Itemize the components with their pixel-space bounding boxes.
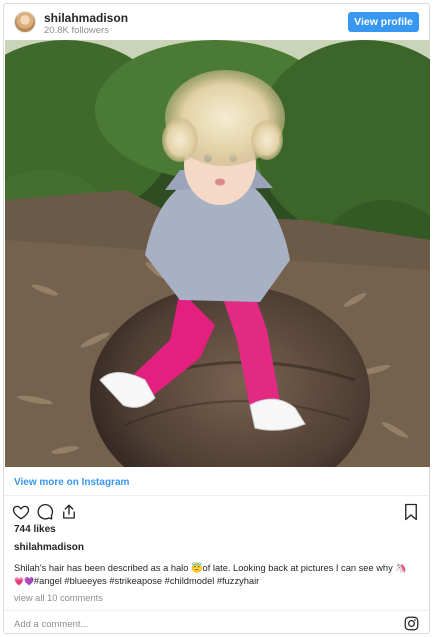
view-profile-button[interactable]: View profile bbox=[348, 12, 419, 32]
post-photo[interactable] bbox=[5, 40, 430, 467]
header-username[interactable]: shilahmadison bbox=[44, 11, 128, 25]
comment-icon[interactable] bbox=[36, 503, 54, 521]
photo-illustration bbox=[5, 40, 430, 467]
view-more-link[interactable]: View more on Instagram bbox=[14, 477, 129, 488]
view-all-comments-link[interactable]: view all 10 comments bbox=[14, 593, 103, 603]
share-icon[interactable] bbox=[60, 503, 78, 521]
heart-emoji: 💗💜 bbox=[14, 577, 34, 586]
follower-count: 20.8K followers bbox=[44, 25, 109, 36]
instagram-embed-card: shilahmadison 20.8K followers View profi… bbox=[3, 3, 430, 634]
like-count[interactable]: 744 likes bbox=[14, 524, 56, 535]
caption-text: Shilah's hair has been described as a ha… bbox=[14, 562, 424, 588]
divider bbox=[4, 495, 429, 496]
caption-username[interactable]: shilahmadison bbox=[14, 542, 84, 553]
heart-icon[interactable] bbox=[12, 503, 30, 521]
caption-body: Shilah's hair has been described as a ha… bbox=[14, 563, 407, 573]
caption-hashtags[interactable]: #angel #blueeyes #strikeapose #childmode… bbox=[34, 576, 259, 586]
bookmark-icon[interactable] bbox=[403, 503, 419, 521]
post-header: shilahmadison 20.8K followers View profi… bbox=[4, 4, 429, 40]
instagram-logo-icon[interactable] bbox=[404, 616, 419, 631]
add-comment-field[interactable]: Add a comment... bbox=[14, 619, 88, 630]
avatar[interactable] bbox=[14, 11, 36, 33]
divider bbox=[4, 610, 429, 611]
